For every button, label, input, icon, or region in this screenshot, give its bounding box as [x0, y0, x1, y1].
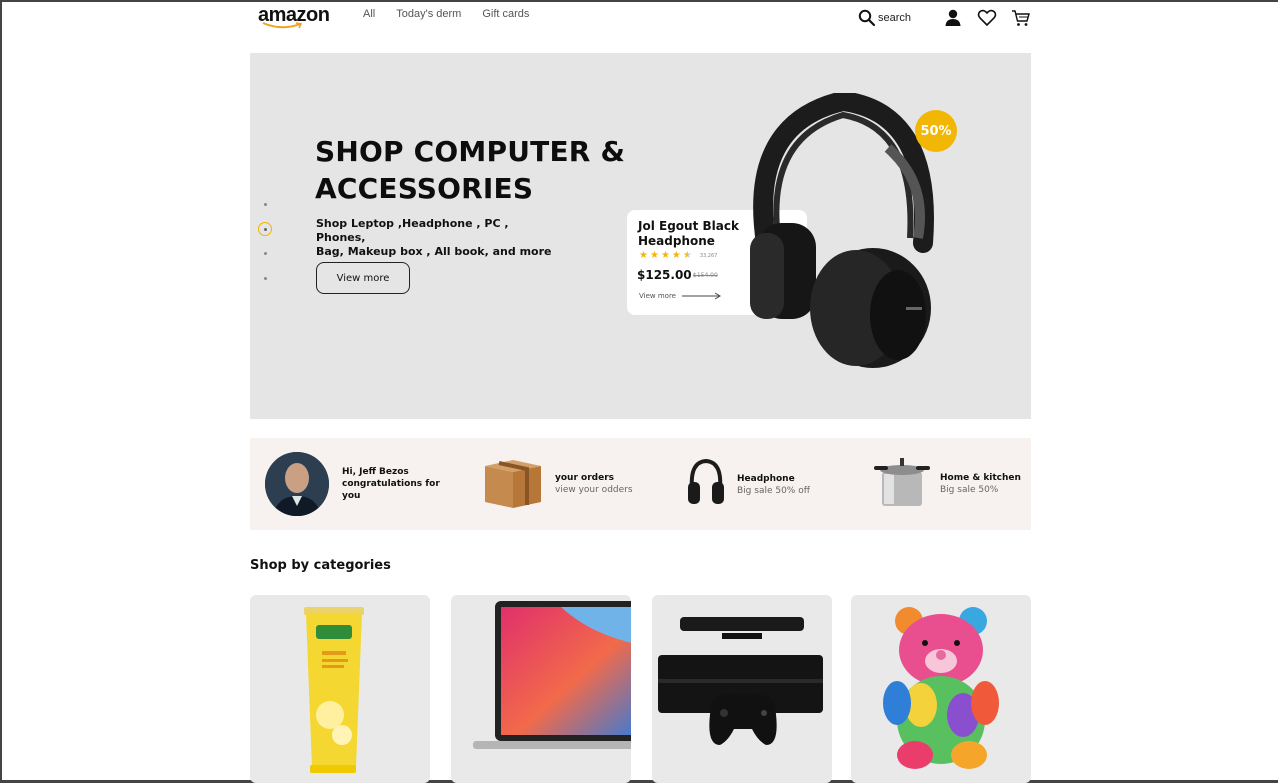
cart-icon[interactable] — [1011, 8, 1031, 28]
main-nav: All Today's derm Gift cards — [363, 8, 529, 20]
nav-item-gift-cards[interactable]: Gift cards — [482, 8, 529, 20]
nav-item-todays-derm[interactable]: Today's derm — [396, 8, 461, 20]
search-button[interactable]: search — [858, 9, 911, 27]
product-old-price: $154.00 — [693, 272, 718, 279]
carousel-dot-3[interactable] — [263, 252, 267, 255]
site-header: amazon All Today's derm Gift cards searc… — [250, 0, 1031, 40]
user-photo-icon — [265, 452, 329, 516]
product-view-more-link[interactable]: View more — [639, 292, 722, 300]
home-kitchen-title: Home & kitchen — [940, 473, 1021, 483]
hero-banner: SHOP COMPUTER & ACCESSORIES Shop Leptop … — [250, 53, 1031, 419]
headphone-promo-title: Headphone — [737, 474, 795, 484]
carousel-dot-1[interactable] — [263, 203, 267, 206]
amazon-smile-icon — [262, 22, 303, 29]
heart-icon[interactable] — [977, 8, 997, 28]
category-card-skincare[interactable] — [250, 595, 430, 783]
greeting-line-3: you — [342, 491, 361, 501]
greeting-line-1: Hi, Jeff Bezos — [342, 467, 409, 477]
search-label: search — [877, 12, 911, 24]
star-icon: ★ — [660, 250, 670, 261]
product-view-more-label: View more — [639, 292, 676, 300]
hero-title: SHOP COMPUTER & ACCESSORIES — [315, 133, 675, 207]
hero-title-line-2: ACCESSORIES — [315, 172, 534, 205]
category-card-toys[interactable] — [851, 595, 1031, 783]
home-kitchen-promo[interactable]: Home & kitchen Big sale 50% — [940, 472, 1021, 496]
pressure-cooker-image[interactable] — [874, 456, 930, 508]
carousel-dots — [256, 203, 274, 302]
hero-subtitle-line-1: Shop Leptop ,Headphone , PC , Phones, — [316, 217, 509, 244]
half-star-icon: ★ — [682, 250, 692, 261]
box-image[interactable] — [483, 460, 543, 508]
greeting-text: Hi, Jeff Bezos congratulations for you — [342, 466, 442, 502]
nav-item-all[interactable]: All — [363, 8, 375, 20]
headphone-promo[interactable]: Headphone Big sale 50% off — [737, 473, 810, 497]
hero-subtitle: Shop Leptop ,Headphone , PC , Phones, Ba… — [316, 217, 556, 259]
user-icon[interactable] — [943, 8, 963, 28]
header-actions: search — [858, 8, 1031, 28]
hero-subtitle-line-2: Bag, Makeup box , All book, and more — [316, 245, 552, 258]
window-frame-left — [0, 0, 2, 783]
hero-view-more-button[interactable]: View more — [316, 262, 410, 294]
teddy-bear-image — [883, 607, 999, 769]
carousel-dot-2-active[interactable] — [258, 222, 272, 236]
info-strip: Hi, Jeff Bezos congratulations for you y… — [250, 438, 1031, 530]
discount-badge: 50% — [915, 110, 957, 152]
headphone-promo-subtitle: Big sale 50% off — [737, 486, 810, 496]
arrow-right-icon — [681, 292, 721, 300]
search-icon — [858, 9, 876, 27]
star-icon: ★ — [639, 250, 648, 261]
laptop-image — [473, 601, 631, 749]
home-kitchen-subtitle: Big sale 50% — [940, 485, 999, 495]
categories-title: Shop by categories — [250, 558, 391, 573]
face-wash-tube-image — [304, 607, 364, 773]
product-rating: ★ ★ ★ ★ ★ 33,267 — [639, 251, 717, 261]
product-price: $125.00 — [637, 268, 692, 282]
product-review-count: 33,267 — [699, 253, 718, 259]
category-card-gaming[interactable] — [652, 595, 832, 783]
category-card-laptops[interactable] — [451, 595, 631, 783]
orders-link[interactable]: your orders view your odders — [555, 472, 633, 496]
greeting-line-2: congratulations for — [342, 479, 440, 489]
orders-title: your orders — [555, 473, 614, 483]
avatar[interactable] — [265, 452, 329, 516]
game-console-image — [658, 617, 823, 745]
carousel-dot-4[interactable] — [263, 277, 267, 280]
orders-subtitle: view your odders — [555, 485, 633, 495]
hero-title-line-1: SHOP COMPUTER & — [315, 135, 626, 168]
star-icon: ★ — [671, 250, 681, 261]
star-icon: ★ — [649, 250, 659, 261]
headphone-thumbnail-image[interactable] — [686, 458, 726, 508]
